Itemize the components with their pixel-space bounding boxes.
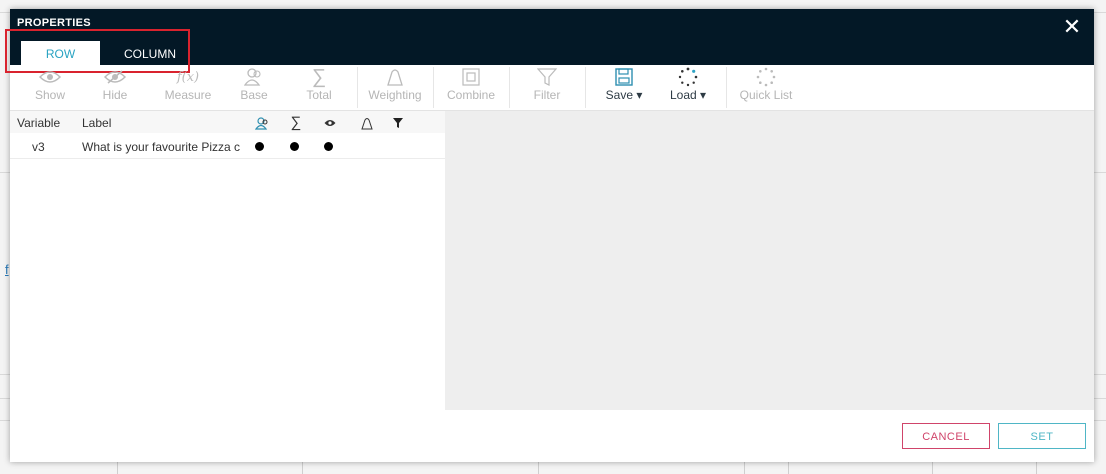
bg-gridline [117, 462, 118, 474]
cell-variable: v3 [32, 140, 45, 154]
quick-list-spinner-icon [730, 67, 802, 87]
bg-gridline [932, 462, 933, 474]
filter-icon [512, 67, 582, 87]
toolbar-separator [585, 67, 586, 108]
filter-column-icon[interactable] [390, 116, 406, 130]
eye-slash-icon [82, 67, 148, 87]
hide-button[interactable]: Hide [82, 65, 148, 110]
variables-panel: Variable Label ∑ v3 What is your favouri… [10, 111, 445, 411]
set-button[interactable]: SET [998, 423, 1086, 449]
close-icon: ✕ [1062, 14, 1082, 39]
show-column-eye-icon[interactable] [322, 116, 338, 130]
weight-column-icon[interactable] [359, 116, 375, 130]
cancel-button[interactable]: CANCEL [902, 423, 990, 449]
show-dot[interactable] [324, 142, 333, 151]
show-button[interactable]: Show [15, 65, 85, 110]
eye-icon [15, 67, 85, 87]
total-label: Total [306, 88, 332, 102]
toolbar-separator [357, 67, 358, 108]
function-icon: f(x) [176, 69, 200, 85]
save-label: Save ▾ [605, 88, 643, 102]
tab-row[interactable]: ROW [21, 41, 100, 65]
quick-list-button[interactable]: Quick List [730, 65, 802, 110]
load-button[interactable]: Load ▾ [655, 65, 721, 110]
table-header: Variable Label ∑ [10, 111, 445, 133]
details-panel [445, 111, 1094, 410]
weighting-label: Weighting [368, 88, 422, 102]
filter-label: Filter [533, 88, 561, 102]
combine-button[interactable]: Combine [436, 65, 506, 110]
quick-list-label: Quick List [739, 88, 793, 102]
base-column-icon[interactable] [254, 116, 270, 130]
measure-button[interactable]: f(x) Measure [153, 65, 223, 110]
total-dot[interactable] [290, 142, 299, 151]
column-header-variable[interactable]: Variable [17, 116, 60, 130]
bg-gridline [538, 462, 539, 474]
base-people-icon [224, 67, 284, 87]
base-dot[interactable] [255, 142, 264, 151]
background-link[interactable]: f [5, 262, 9, 277]
loading-spinner-icon [655, 67, 721, 87]
weighting-button[interactable]: Weighting [360, 65, 430, 110]
load-label: Load ▾ [669, 88, 707, 102]
base-button[interactable]: Base [224, 65, 284, 110]
show-label: Show [34, 88, 66, 102]
table-row[interactable]: v3 What is your favourite Pizza c [10, 134, 445, 159]
floppy-disk-icon [590, 67, 658, 87]
toolbar: Show Hide f(x) Measure Base ∑ Total Weig… [10, 65, 1094, 111]
toolbar-separator [509, 67, 510, 108]
total-column-icon[interactable]: ∑ [288, 115, 304, 130]
sigma-icon: ∑ [311, 65, 327, 88]
bg-gridline [788, 462, 789, 474]
dialog-title: PROPERTIES [17, 17, 91, 29]
combine-label: Combine [446, 88, 496, 102]
save-button[interactable]: Save ▾ [590, 65, 658, 110]
total-button[interactable]: ∑ Total [289, 65, 349, 110]
bg-gridline [302, 462, 303, 474]
column-header-label[interactable]: Label [82, 116, 111, 130]
dialog-header: PROPERTIES ✕ ROW COLUMN [5, 9, 1094, 73]
close-button[interactable]: ✕ [1062, 14, 1082, 39]
hide-label: Hide [102, 88, 128, 102]
bg-gridline [744, 462, 745, 474]
properties-dialog: PROPERTIES ✕ ROW COLUMN Show Hide f(x) M… [5, 9, 1094, 462]
weight-icon [360, 67, 430, 87]
cell-label: What is your favourite Pizza c [82, 140, 241, 154]
tab-column[interactable]: COLUMN [110, 41, 190, 65]
toolbar-separator [726, 67, 727, 108]
base-label: Base [240, 88, 268, 102]
combine-icon [436, 67, 506, 87]
toolbar-separator [433, 67, 434, 108]
filter-button[interactable]: Filter [512, 65, 582, 110]
bg-gridline [1036, 462, 1037, 474]
measure-label: Measure [164, 88, 212, 102]
